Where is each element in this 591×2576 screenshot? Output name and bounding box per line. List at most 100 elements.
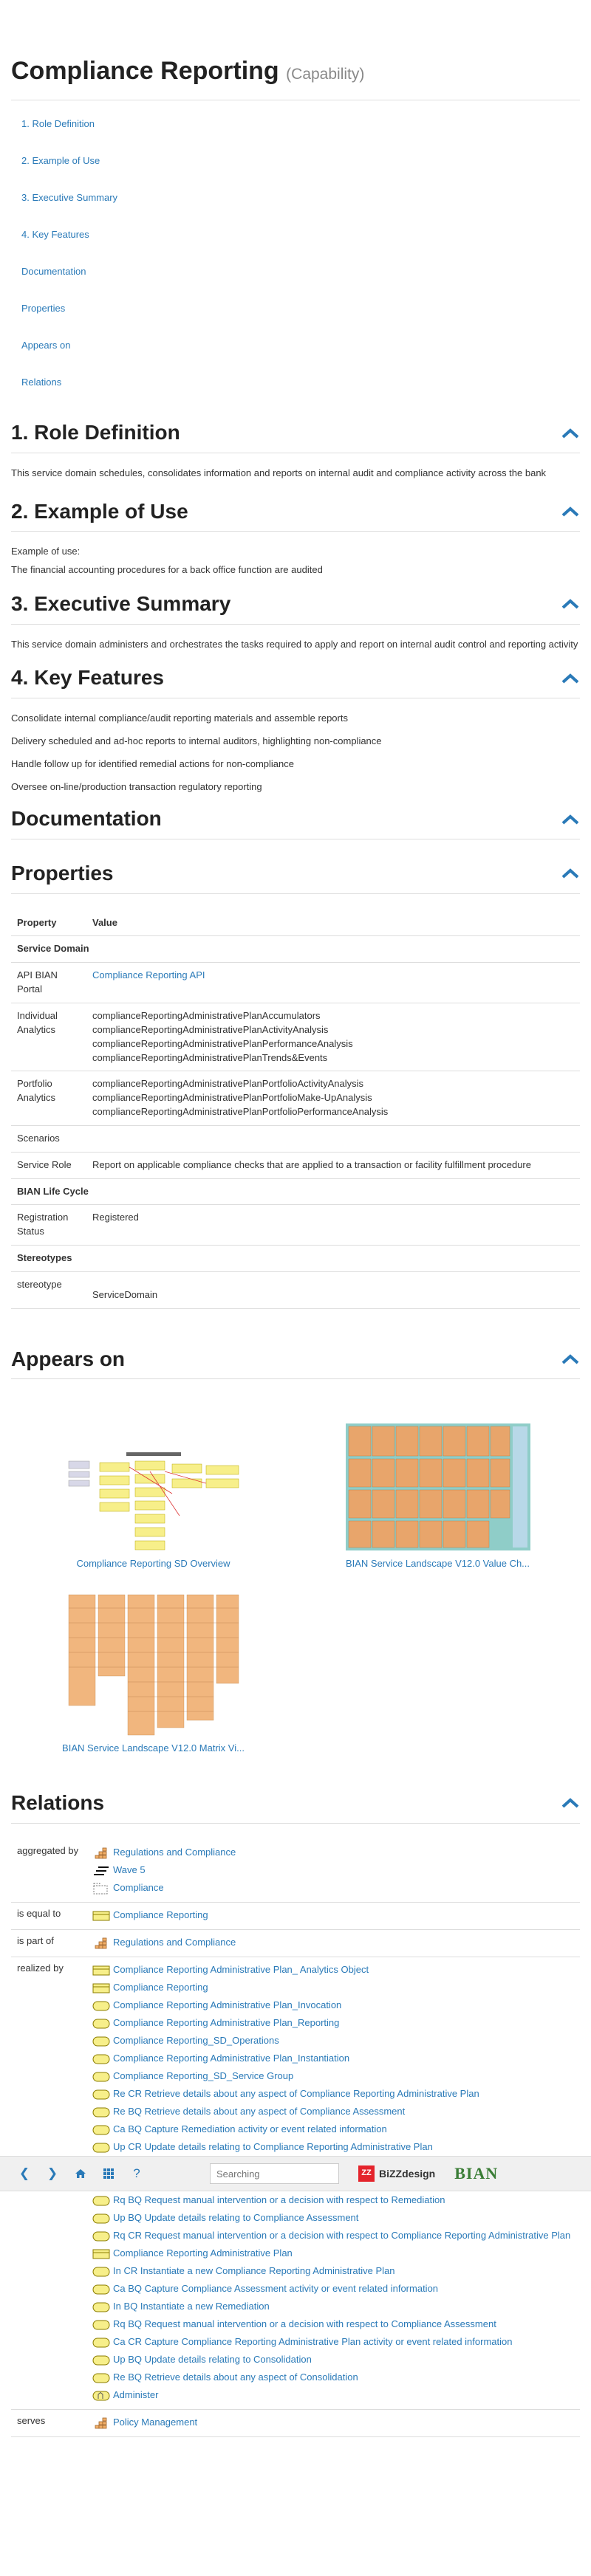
- sd-overview-diagram-image: [11, 1416, 296, 1553]
- toc-link-role[interactable]: 1. Role Definition: [11, 111, 580, 148]
- thumbnail-caption[interactable]: BIAN Service Landscape V12.0 Matrix Vi..…: [11, 1742, 296, 1756]
- relation-link[interactable]: Ca CR Capture Compliance Reporting Admin…: [113, 2335, 512, 2349]
- group-label: Service Domain: [11, 935, 580, 964]
- matrix-view-diagram-image: [11, 1593, 296, 1737]
- relation-link[interactable]: Rq BQ Request manual intervention or a d…: [113, 2318, 496, 2332]
- table-row: is equal to Compliance Reporting: [11, 1902, 580, 1930]
- property-value: complianceReportingAdministrativePlanPor…: [92, 1106, 389, 1118]
- relation-item: Rq CR Request manual intervention or a d…: [92, 2228, 574, 2245]
- business-object-icon: [92, 2248, 112, 2260]
- relation-link[interactable]: Regulations and Compliance: [113, 1936, 236, 1950]
- page-subtitle: (Capability): [286, 66, 365, 83]
- capability-icon: [92, 2417, 112, 2429]
- table-row: is part of Regulations and Compliance: [11, 1929, 580, 1957]
- service-icon: [92, 2337, 112, 2349]
- service-icon: [92, 2036, 112, 2047]
- relation-link[interactable]: Compliance Reporting: [113, 1909, 208, 1923]
- view-thumbnail[interactable]: BIAN Service Landscape V12.0 Value Ch...: [296, 1416, 580, 1571]
- table-row: Individual Analytics complianceReporting…: [11, 1003, 580, 1072]
- chevron-up-icon[interactable]: [561, 813, 580, 826]
- property-key: Service Role: [11, 1152, 86, 1179]
- chevron-up-icon[interactable]: [561, 672, 580, 685]
- relation-item: Up BQ Update details relating to Complia…: [92, 2210, 574, 2228]
- chevron-right-icon[interactable]: ❯: [38, 2163, 66, 2184]
- relation-link[interactable]: In BQ Instantiate a new Remediation: [113, 2300, 270, 2314]
- table-row: Registration Status Registered: [11, 1204, 580, 1246]
- view-thumbnail[interactable]: BIAN Service Landscape V12.0 Matrix Vi..…: [11, 1593, 296, 1756]
- relation-link[interactable]: Compliance Reporting Administrative Plan…: [113, 2016, 339, 2030]
- home-icon[interactable]: [66, 2163, 95, 2184]
- relation-link[interactable]: Administer: [113, 2388, 158, 2402]
- service-icon: [92, 2089, 112, 2101]
- chevron-up-icon[interactable]: [561, 1353, 580, 1366]
- relation-targets: Compliance Reporting: [86, 1902, 580, 1930]
- feature-item: Handle follow up for identified remedial…: [11, 758, 294, 769]
- search-input[interactable]: [210, 2163, 339, 2184]
- relation-link[interactable]: Compliance Reporting Administrative Plan…: [113, 2052, 349, 2066]
- property-value: complianceReportingAdministrativePlanPer…: [92, 1037, 353, 1049]
- chevron-up-icon[interactable]: [561, 505, 580, 518]
- service-icon: [92, 2195, 112, 2207]
- help-icon[interactable]: ?: [123, 2163, 151, 2184]
- property-value: complianceReportingAdministrativePlanPor…: [92, 1078, 364, 1090]
- service-icon: [92, 2053, 112, 2065]
- thumbnail-caption[interactable]: Compliance Reporting SD Overview: [11, 1557, 296, 1571]
- relation-link[interactable]: Compliance Reporting Administrative Plan…: [113, 1999, 341, 2013]
- relation-link[interactable]: Compliance Reporting Administrative Plan…: [113, 1963, 369, 1977]
- relation-link[interactable]: Ca BQ Capture Remediation activity or ev…: [113, 2123, 387, 2137]
- chevron-left-icon[interactable]: ❮: [10, 2163, 38, 2184]
- relation-type: is equal to: [11, 1902, 86, 1930]
- relation-link[interactable]: Policy Management: [113, 2416, 197, 2430]
- relation-link[interactable]: Compliance Reporting_SD_Service Group: [113, 2070, 293, 2084]
- section-heading: 3. Executive Summary: [11, 592, 231, 616]
- section-heading: Relations: [11, 1791, 105, 1815]
- toc-link-summary[interactable]: 3. Executive Summary: [11, 185, 580, 221]
- relation-link[interactable]: Rq BQ Request manual intervention or a d…: [113, 2194, 445, 2208]
- relation-link[interactable]: Up CR Update details relating to Complia…: [113, 2140, 433, 2154]
- section-heading: 1. Role Definition: [11, 421, 180, 444]
- toc-link-appears-on[interactable]: Appears on: [11, 332, 580, 369]
- toc-link-documentation[interactable]: Documentation: [11, 258, 580, 295]
- relation-link[interactable]: Compliance Reporting Administrative Plan: [113, 2247, 293, 2261]
- relation-targets: Policy Management: [86, 2409, 580, 2437]
- bizzdesign-logo-mark: ZZ: [358, 2165, 375, 2182]
- relation-link[interactable]: In CR Instantiate a new Compliance Repor…: [113, 2264, 395, 2278]
- relation-item: Compliance Reporting Administrative Plan…: [92, 1962, 574, 1979]
- relation-link[interactable]: Ca BQ Capture Compliance Assessment acti…: [113, 2282, 438, 2296]
- property-value: complianceReportingAdministrativePlanPor…: [92, 1092, 372, 1104]
- grid-icon[interactable]: [95, 2163, 123, 2184]
- api-portal-link[interactable]: Compliance Reporting API: [92, 969, 205, 980]
- chevron-up-icon[interactable]: [561, 867, 580, 880]
- relation-link[interactable]: Wave 5: [113, 1864, 146, 1878]
- toc-link-example[interactable]: 2. Example of Use: [11, 148, 580, 185]
- toc-link-properties[interactable]: Properties: [11, 295, 580, 332]
- relation-link[interactable]: Rq CR Request manual intervention or a d…: [113, 2229, 570, 2243]
- section-header: Documentation: [11, 804, 580, 840]
- relation-link[interactable]: Up BQ Update details relating to Consoli…: [113, 2353, 312, 2367]
- capability-icon: [92, 1847, 112, 1859]
- relation-link[interactable]: Compliance: [113, 1881, 164, 1895]
- relation-item: In BQ Instantiate a new Remediation: [92, 2298, 574, 2316]
- toc-link-relations[interactable]: Relations: [11, 369, 580, 406]
- chevron-up-icon[interactable]: [561, 597, 580, 611]
- thumbnail-caption[interactable]: BIAN Service Landscape V12.0 Value Ch...: [296, 1557, 580, 1571]
- chevron-up-icon[interactable]: [561, 1796, 580, 1810]
- relation-targets: Regulations and Compliance: [86, 1929, 580, 1957]
- bian-logo[interactable]: BIAN: [454, 2162, 498, 2185]
- role-definition-section: 1. Role Definition This service domain s…: [11, 418, 580, 480]
- service-icon: [92, 2071, 112, 2083]
- relation-link[interactable]: Compliance Reporting_SD_Operations: [113, 2034, 279, 2048]
- relation-link[interactable]: Up BQ Update details relating to Complia…: [113, 2211, 358, 2225]
- table-group-row: Service Domain: [11, 935, 580, 964]
- relation-link[interactable]: Re CR Retrieve details about any aspect …: [113, 2087, 479, 2101]
- relation-link[interactable]: Re BQ Retrieve details about any aspect …: [113, 2105, 405, 2119]
- relation-link[interactable]: Regulations and Compliance: [113, 1846, 236, 1860]
- relation-item: Compliance Reporting Administrative Plan…: [92, 2015, 574, 2033]
- documentation-section: Documentation: [11, 804, 580, 840]
- view-thumbnail[interactable]: Compliance Reporting SD Overview: [11, 1416, 296, 1571]
- bizzdesign-logo[interactable]: ZZ BiZZdesign: [358, 2165, 435, 2182]
- chevron-up-icon[interactable]: [561, 427, 580, 440]
- relation-link[interactable]: Re BQ Retrieve details about any aspect …: [113, 2371, 358, 2385]
- toc-link-features[interactable]: 4. Key Features: [11, 221, 580, 258]
- relation-link[interactable]: Compliance Reporting: [113, 1981, 208, 1995]
